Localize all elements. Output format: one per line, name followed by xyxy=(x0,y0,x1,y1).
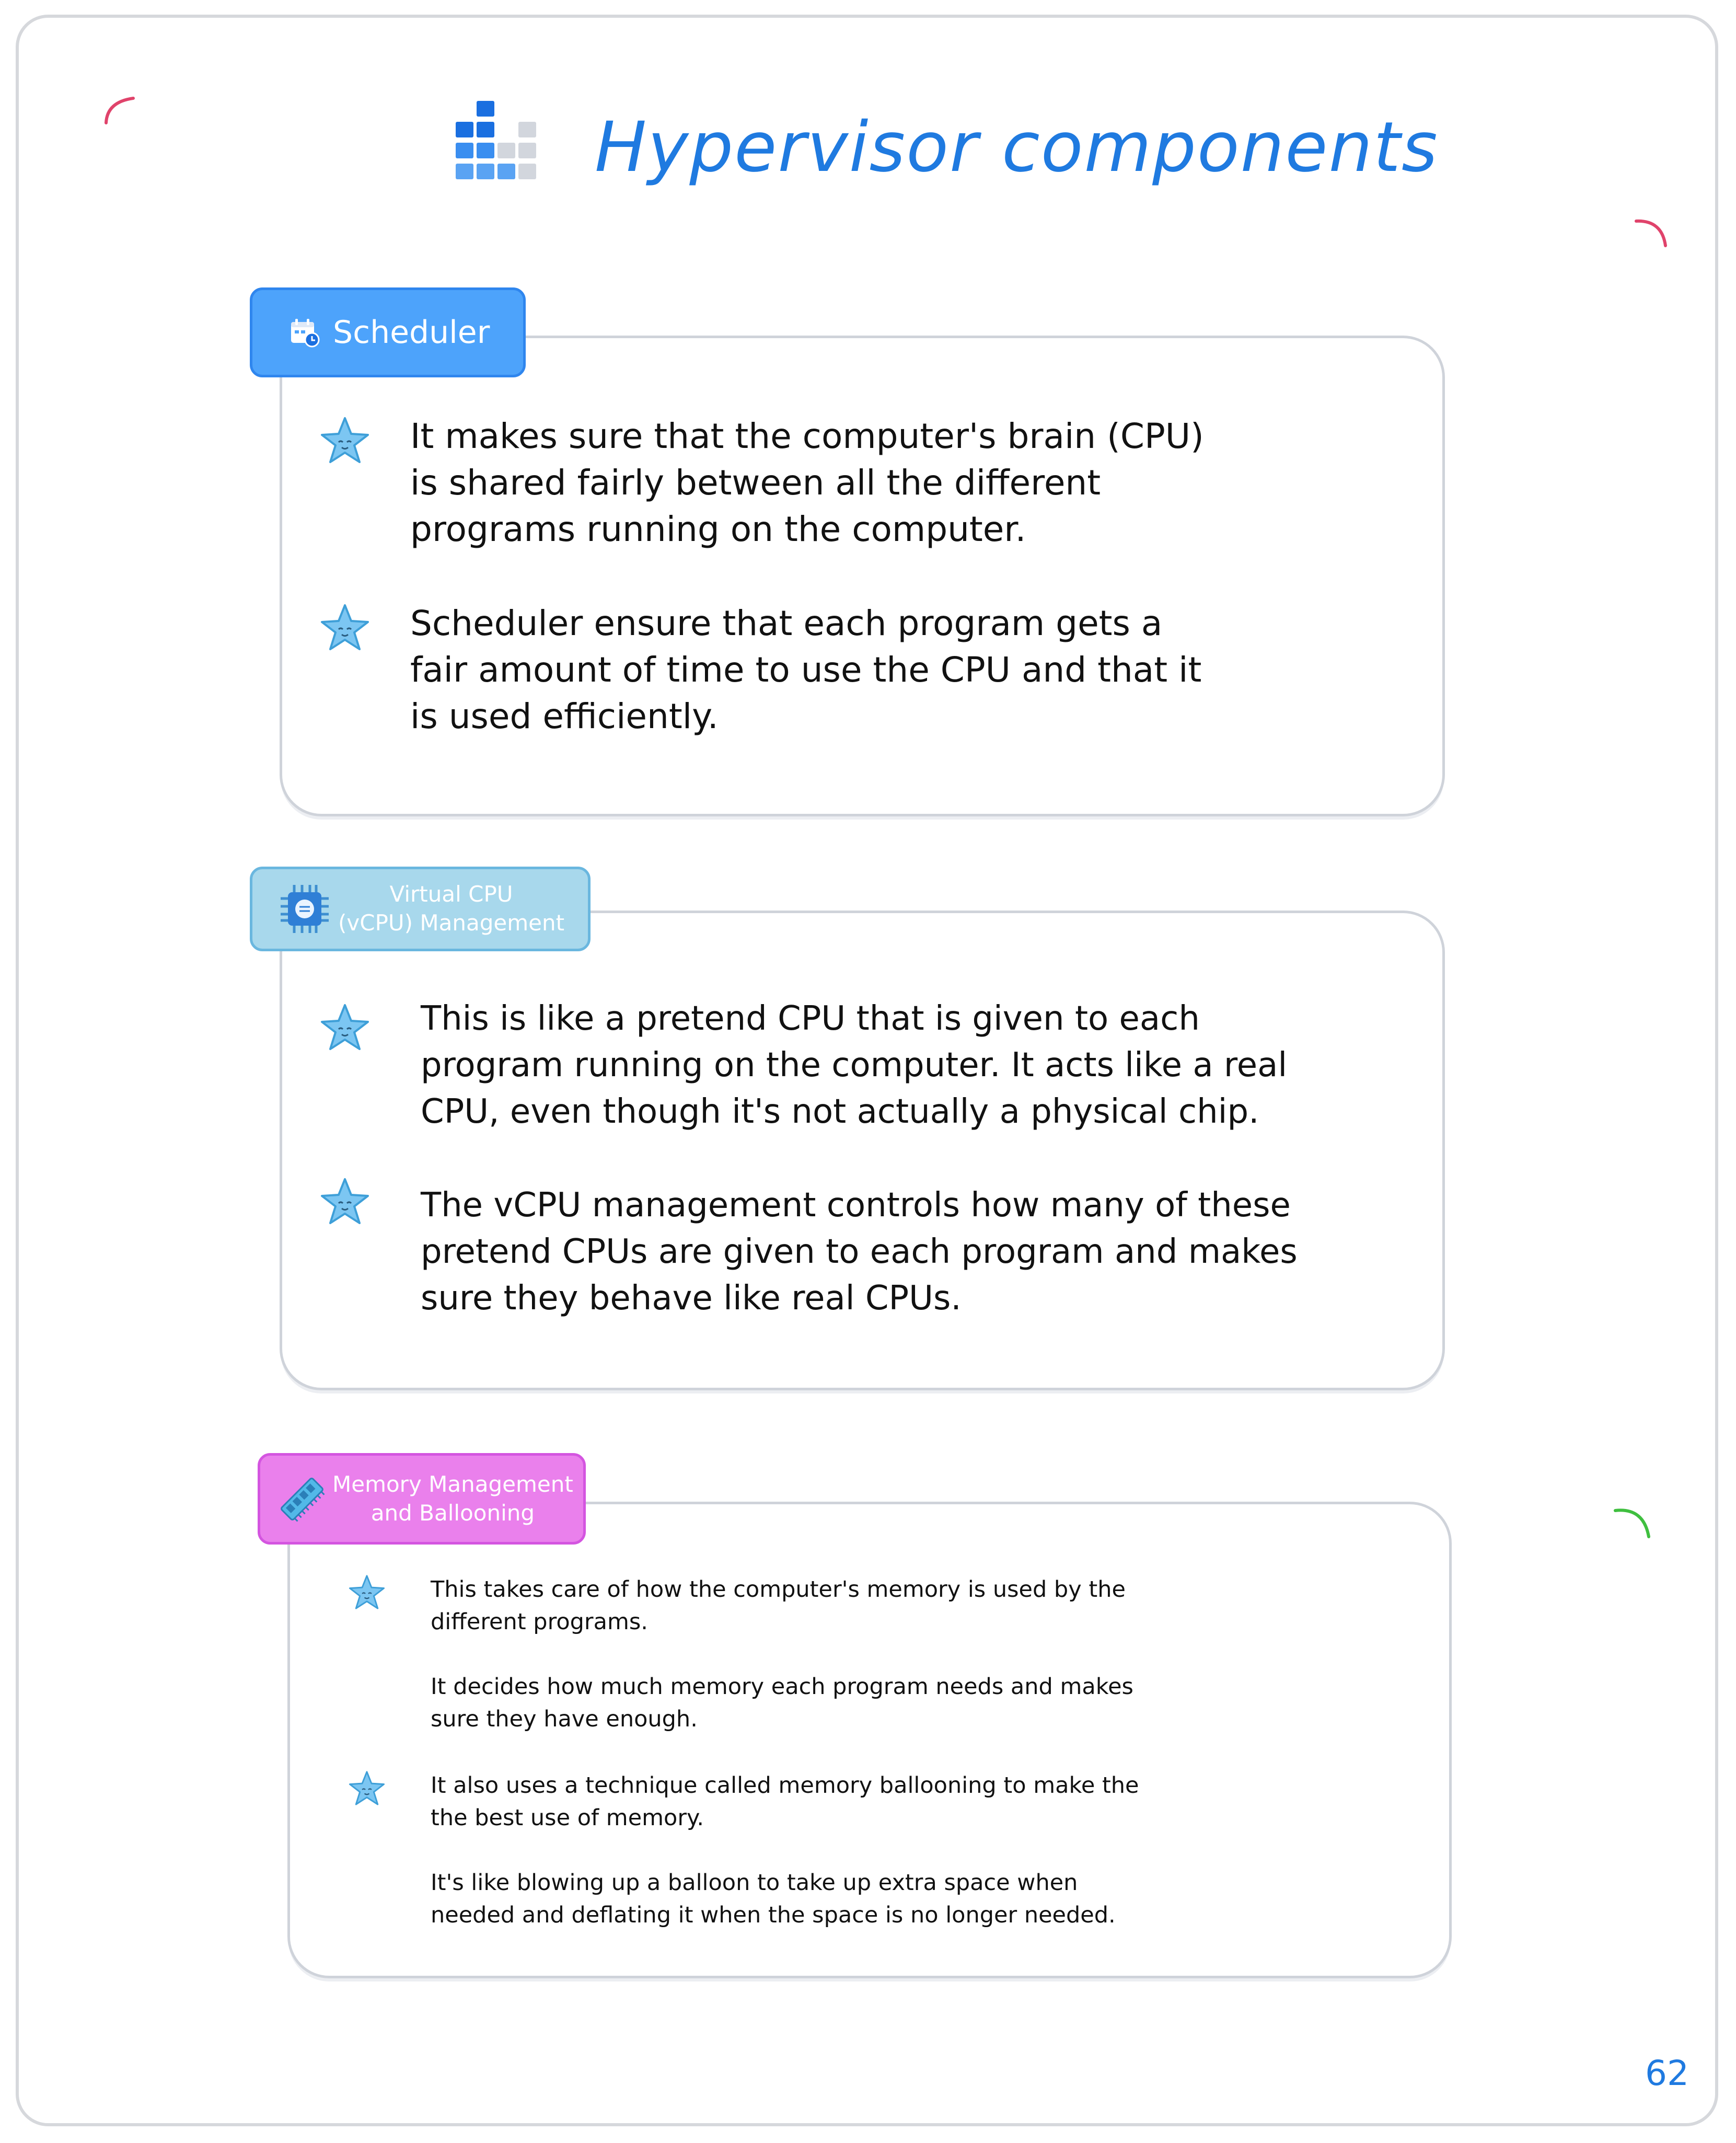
scheduler-tab-label: Scheduler xyxy=(333,314,490,351)
star-icon xyxy=(321,604,369,650)
text-line: pretend CPUs are given to each program a… xyxy=(421,1232,1298,1271)
scheduler-card xyxy=(280,336,1445,816)
memory-bullet-2: It also uses a technique called memory b… xyxy=(348,1769,1139,1931)
scheduler-paragraph-1: It makes sure that the computer's brain … xyxy=(410,413,1204,552)
text-line: and Ballooning xyxy=(371,1500,535,1526)
text-line: It also uses a technique called memory b… xyxy=(431,1772,1139,1799)
vcpu-tab: Virtual CPU (vCPU) Management xyxy=(250,867,591,951)
text-line: This takes care of how the computer's me… xyxy=(431,1576,1126,1603)
vcpu-paragraph-1: This is like a pretend CPU that is given… xyxy=(421,996,1287,1135)
star-icon xyxy=(321,1004,369,1050)
scheduler-bullet-2: Scheduler ensure that each program gets … xyxy=(319,600,1201,740)
text-line: needed and deflating it when the space i… xyxy=(431,1902,1116,1928)
scheduler-tab: Scheduler xyxy=(250,287,526,377)
text-line: The vCPU management controls how many of… xyxy=(421,1186,1291,1225)
page-title: Hypervisor components xyxy=(595,107,1439,188)
text-line: programs running on the computer. xyxy=(410,509,1026,549)
corner-mark-right-green xyxy=(1614,1508,1650,1538)
star-icon xyxy=(321,1178,369,1224)
text-line: fair amount of time to use the CPU and t… xyxy=(410,650,1202,690)
bar-blocks-icon xyxy=(456,101,536,179)
vcpu-bullet-1: This is like a pretend CPU that is given… xyxy=(319,996,1287,1135)
text-line: It decides how much memory each program … xyxy=(431,1674,1133,1700)
text-line: It makes sure that the computer's brain … xyxy=(410,416,1204,456)
text-line: sure they have enough. xyxy=(431,1706,698,1732)
memory-paragraph-block-2: It also uses a technique called memory b… xyxy=(431,1769,1139,1931)
cpu-chip-icon xyxy=(281,885,329,933)
star-icon xyxy=(349,1575,385,1609)
memory-tab-label: Memory Management and Ballooning xyxy=(332,1470,573,1527)
text-line: Scheduler ensure that each program gets … xyxy=(410,603,1163,643)
text-line: CPU, even though it's not actually a phy… xyxy=(421,1092,1259,1131)
corner-mark-top-right xyxy=(1635,219,1667,247)
text-line: is shared fairly between all the differe… xyxy=(410,463,1101,503)
text-line: This is like a pretend CPU that is given… xyxy=(421,999,1200,1038)
text-line: Virtual CPU xyxy=(389,881,513,907)
text-line: Memory Management xyxy=(332,1471,573,1497)
vcpu-paragraph-2: The vCPU management controls how many of… xyxy=(421,1182,1298,1322)
text-line: program running on the computer. It acts… xyxy=(421,1046,1288,1085)
vcpu-bullet-2: The vCPU management controls how many of… xyxy=(319,1178,1298,1322)
calendar-clock-icon xyxy=(291,319,320,348)
star-icon xyxy=(321,417,369,463)
text-line: sure they behave like real CPUs. xyxy=(421,1279,962,1318)
text-line: different programs. xyxy=(431,1609,648,1635)
text-line: (vCPU) Management xyxy=(338,910,565,936)
memory-paragraph-block-1: This takes care of how the computer's me… xyxy=(431,1573,1133,1735)
page-number: 62 xyxy=(1645,2053,1689,2093)
memory-tab: Memory Management and Ballooning xyxy=(258,1453,586,1545)
memory-module-icon xyxy=(281,1477,325,1522)
text-line: It's like blowing up a balloon to take u… xyxy=(431,1870,1078,1896)
scheduler-paragraph-2: Scheduler ensure that each program gets … xyxy=(410,600,1201,740)
vcpu-tab-label: Virtual CPU (vCPU) Management xyxy=(338,880,564,937)
header: Hypervisor components xyxy=(0,91,1736,196)
star-icon xyxy=(349,1771,385,1805)
memory-bullet-1: This takes care of how the computer's me… xyxy=(348,1573,1133,1735)
text-line: is used efficiently. xyxy=(410,696,719,736)
scheduler-bullet-1: It makes sure that the computer's brain … xyxy=(319,413,1204,552)
text-line: the best use of memory. xyxy=(431,1805,704,1831)
